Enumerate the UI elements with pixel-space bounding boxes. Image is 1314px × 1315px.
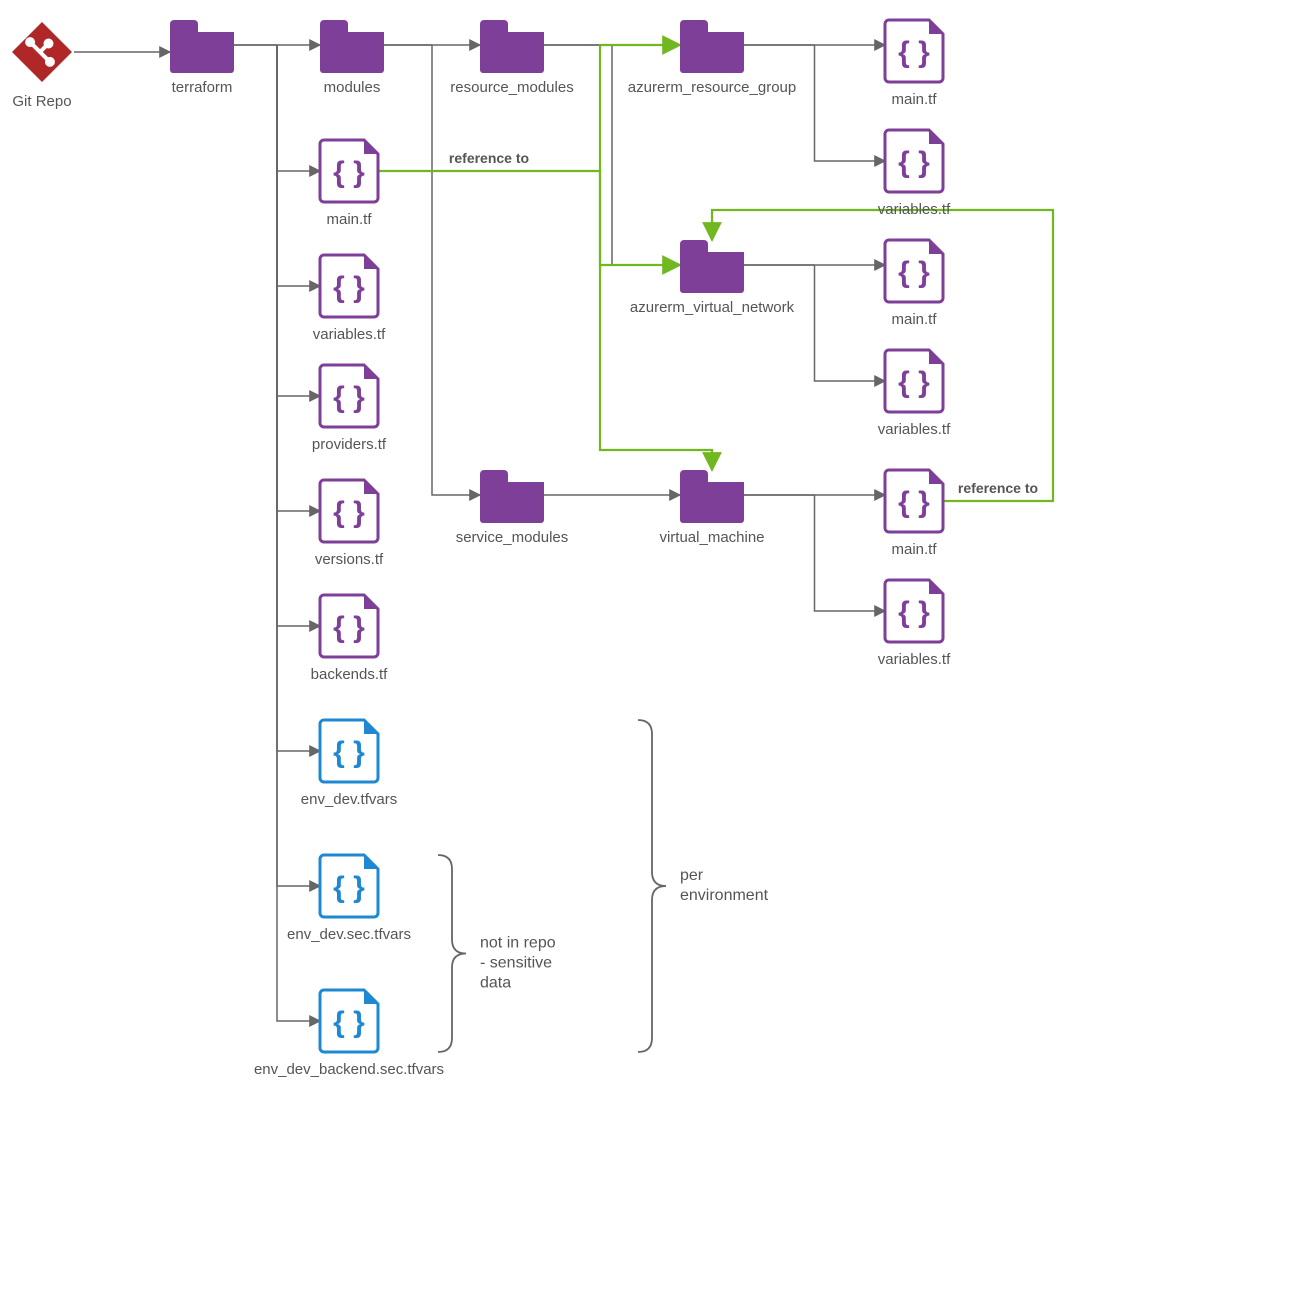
edge (277, 45, 320, 1021)
node-label: modules (324, 79, 381, 96)
edge (277, 45, 320, 286)
node-label: env_dev_backend.sec.tfvars (254, 1061, 444, 1078)
file-env_dev_sec_tfvars: { } env_dev.sec.tfvars (287, 855, 411, 943)
node-label: service_modules (456, 529, 569, 546)
node-label: backends.tf (311, 666, 389, 683)
node-label: versions.tf (315, 551, 384, 568)
braces-icon: { } (333, 156, 365, 189)
node-label: variables.tf (878, 201, 951, 218)
braces-icon: { } (898, 36, 930, 69)
brace (638, 720, 666, 1052)
braces-icon: { } (333, 611, 365, 644)
node-label: azurerm_resource_group (628, 79, 796, 96)
file-root_versions: { } versions.tf (315, 480, 384, 568)
braces-icon: { } (333, 1006, 365, 1039)
file-root_main: { } main.tf (320, 140, 378, 228)
node-label: variables.tf (878, 651, 951, 668)
file-avn_main: { } main.tf (885, 240, 943, 328)
file-root_variables: { } variables.tf (313, 255, 386, 343)
annotation-text: perenvironment (680, 867, 769, 904)
edge (612, 45, 680, 265)
folder-resource_modules: resource_modules (450, 20, 573, 96)
node-label: resource_modules (450, 79, 573, 96)
braces-icon: { } (898, 256, 930, 289)
file-root_providers: { } providers.tf (312, 365, 387, 453)
node-label: variables.tf (313, 326, 386, 343)
brace (438, 855, 466, 1052)
edge (600, 171, 712, 470)
node-label: virtual_machine (659, 529, 764, 546)
folder-modules: modules (320, 20, 384, 96)
node-label: env_dev.tfvars (301, 791, 397, 808)
node-label: env_dev.sec.tfvars (287, 926, 411, 943)
node-label: main.tf (891, 311, 937, 328)
folder-service_modules: service_modules (456, 470, 569, 546)
edge (815, 495, 886, 611)
folder-azurerm_resource_group: azurerm_resource_group (628, 20, 796, 96)
node-label: main.tf (891, 91, 937, 108)
file-vm_variables: { } variables.tf (878, 580, 951, 668)
braces-icon: { } (333, 496, 365, 529)
braces-icon: { } (333, 381, 365, 414)
braces-icon: { } (898, 596, 930, 629)
node-label: terraform (172, 79, 233, 96)
file-avn_variables: { } variables.tf (878, 350, 951, 438)
file-env_dev_tfvars: { } env_dev.tfvars (301, 720, 397, 808)
braces-icon: { } (333, 871, 365, 904)
annotation-text: not in repo- sensitivedata (480, 935, 556, 992)
node-label: main.tf (326, 211, 372, 228)
node-label: variables.tf (878, 421, 951, 438)
braces-icon: { } (333, 271, 365, 304)
edge (277, 45, 320, 751)
git-repo-icon: Git Repo (12, 22, 72, 110)
braces-icon: { } (898, 366, 930, 399)
node-label: main.tf (891, 541, 937, 558)
file-root_backends: { } backends.tf (311, 595, 389, 683)
edge (712, 210, 1053, 501)
file-env_dev_backend_sec_tfvars: { } env_dev_backend.sec.tfvars (254, 990, 444, 1078)
edge-label-ref2: reference to (958, 480, 1038, 496)
folder-virtual_machine: virtual_machine (659, 470, 764, 546)
edge (277, 45, 320, 396)
edge (277, 45, 320, 171)
edge-label-ref1: reference to (449, 150, 529, 166)
braces-icon: { } (898, 486, 930, 519)
braces-icon: { } (898, 146, 930, 179)
edge (815, 45, 886, 161)
folder-terraform: terraform (170, 20, 234, 96)
edge (815, 265, 886, 381)
edge (432, 45, 480, 495)
braces-icon: { } (333, 736, 365, 769)
file-arg_variables: { } variables.tf (878, 130, 951, 218)
diagram-canvas: reference to reference to Git Repo terrafo… (0, 0, 1314, 1315)
node-label: Git Repo (12, 93, 71, 110)
file-vm_main: { } main.tf (885, 470, 943, 558)
folder-azurerm_virtual_network: azurerm_virtual_network (630, 240, 795, 316)
file-arg_main: { } main.tf (885, 20, 943, 108)
node-label: azurerm_virtual_network (630, 299, 795, 316)
node-label: providers.tf (312, 436, 387, 453)
